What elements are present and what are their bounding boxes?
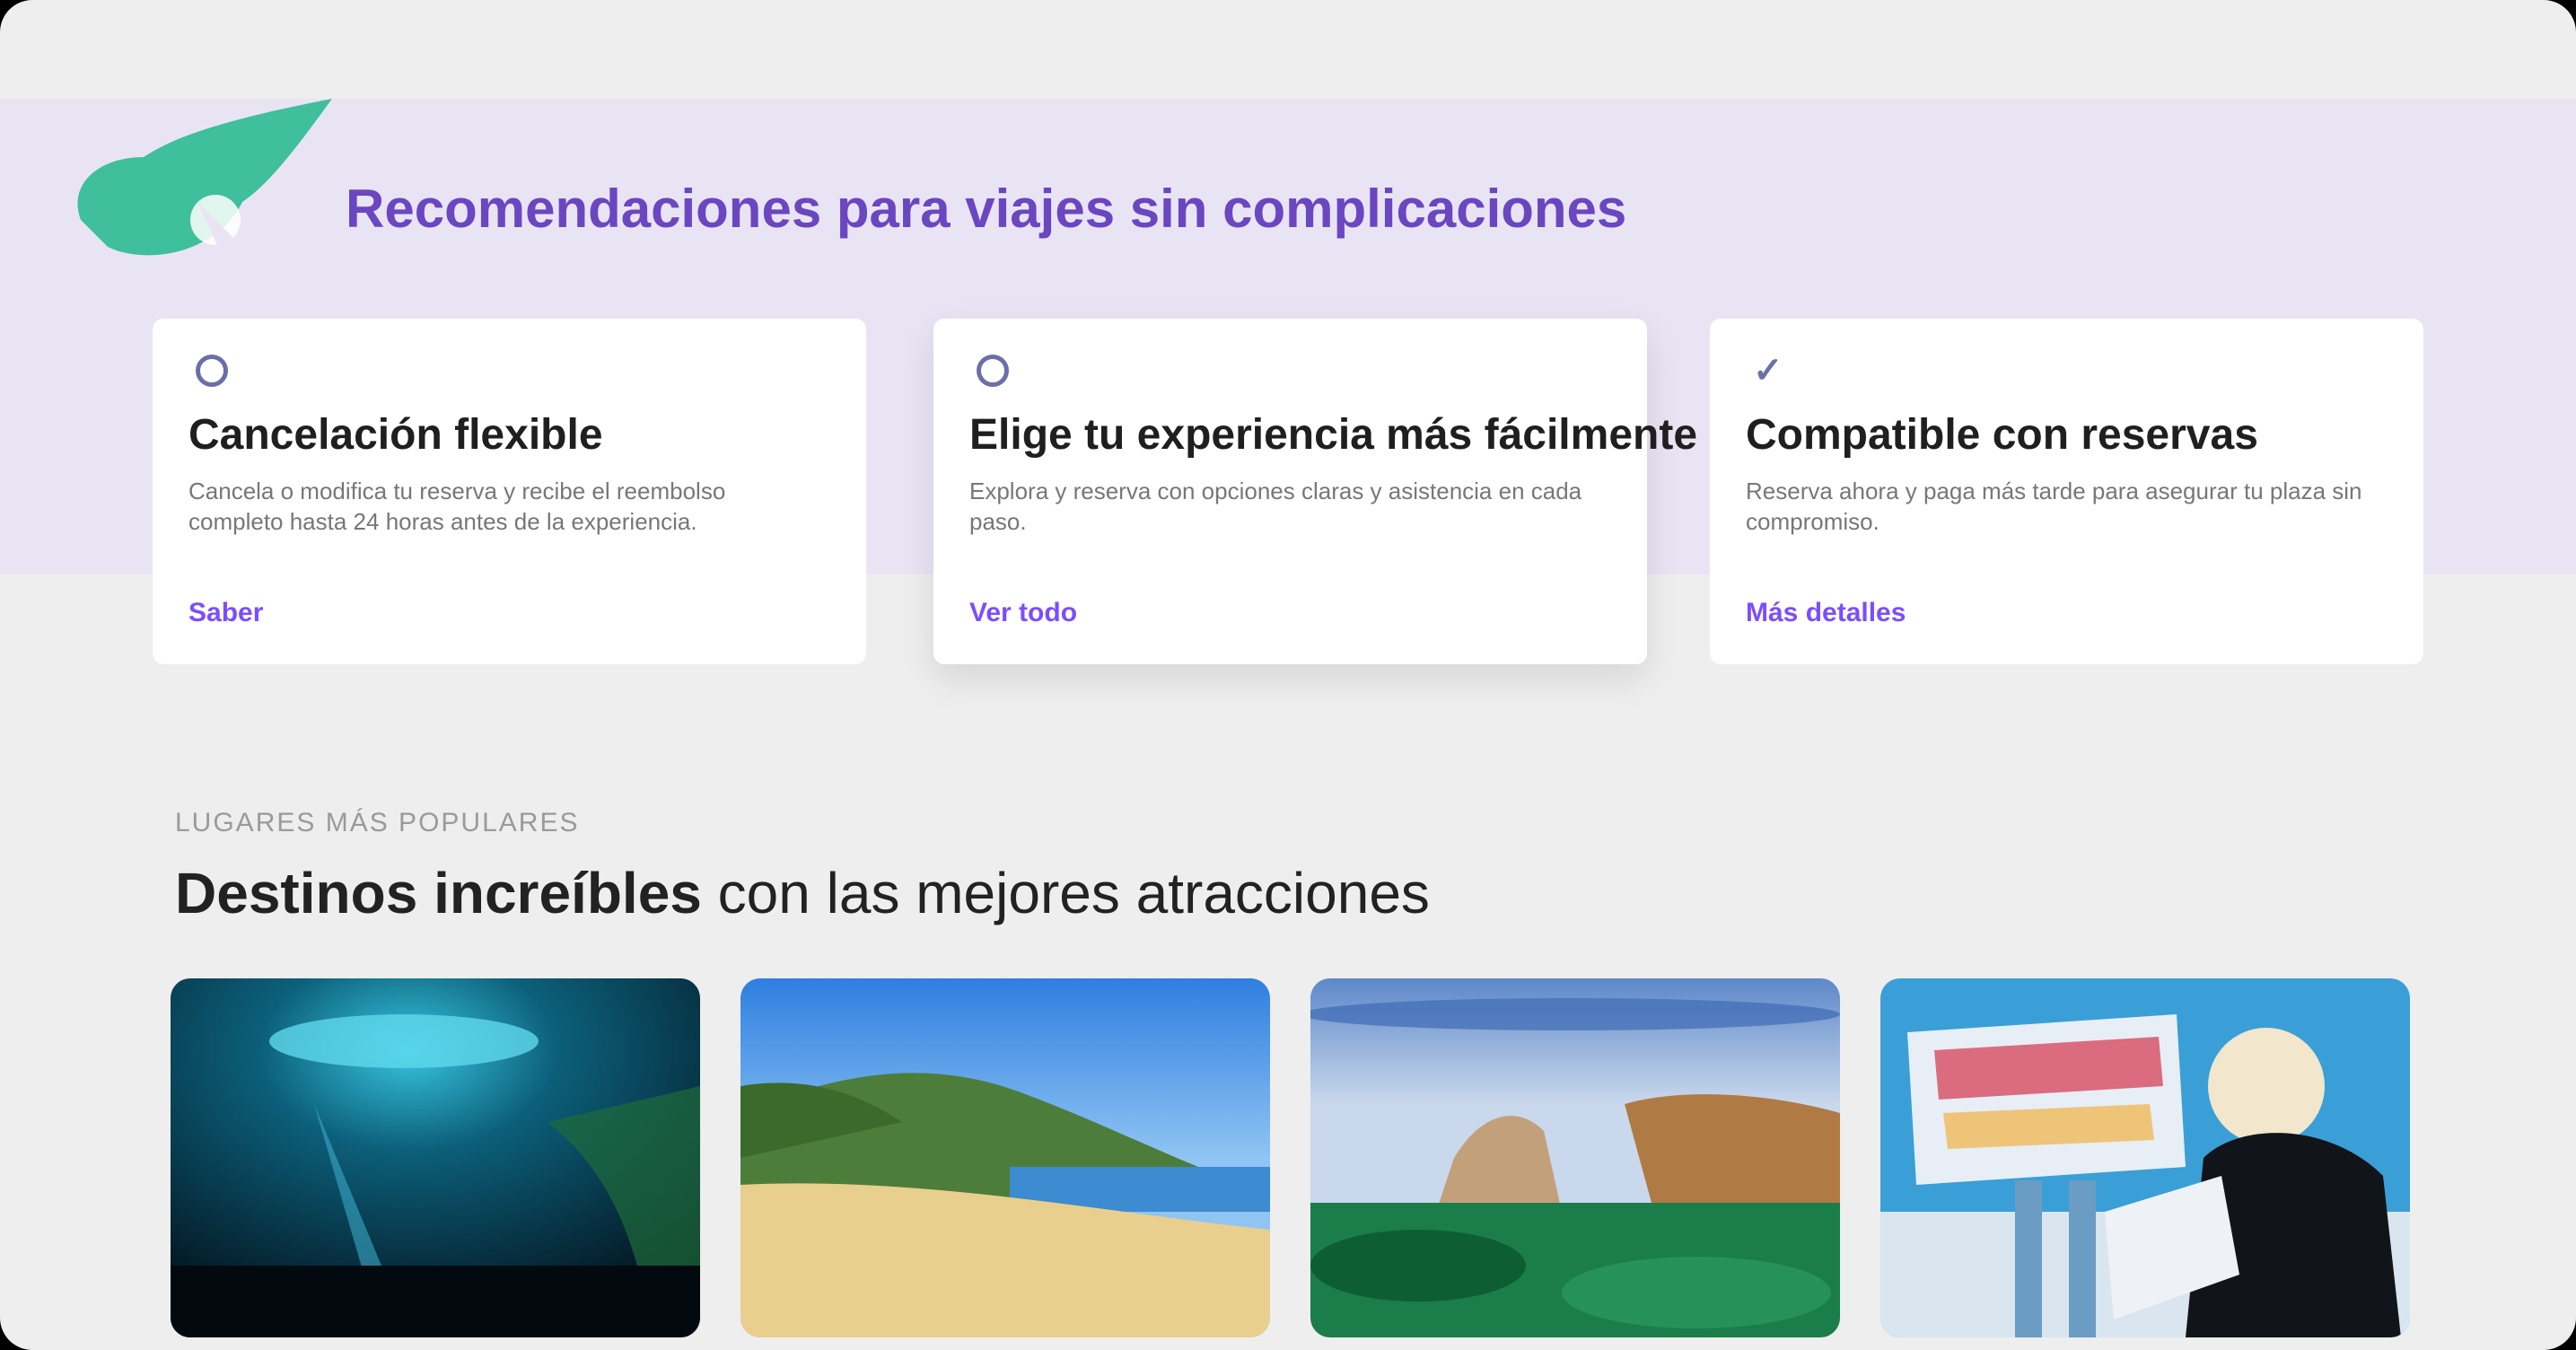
photo-city xyxy=(1880,978,2410,1337)
destination-card-cenote[interactable] xyxy=(171,978,700,1337)
card-description: Reserva ahora y paga más tarde para aseg… xyxy=(1746,478,2362,535)
feature-card-choose-experience[interactable]: Elige tu experiencia más fácilmente Expl… xyxy=(933,319,1698,664)
brand-logo-icon xyxy=(77,99,332,256)
photo-beach xyxy=(740,978,1270,1337)
destination-card-cliffs[interactable] xyxy=(1310,978,1840,1337)
card-title: Compatible con reservas xyxy=(1746,411,2258,459)
section-eyebrow: LUGARES MÁS POPULARES xyxy=(175,808,580,837)
card-link[interactable]: Ver todo xyxy=(969,598,1077,628)
destination-card-beach[interactable] xyxy=(740,978,1270,1337)
card-description: Cancela o modifica tu reserva y recibe e… xyxy=(188,478,726,535)
card-link[interactable]: Saber xyxy=(188,598,263,628)
card-title: Cancelación flexible xyxy=(188,411,603,459)
card-title: Elige tu experiencia más fácilmente xyxy=(969,411,1698,459)
card-link[interactable]: Más detalles xyxy=(1746,598,1906,628)
feature-card-reservations[interactable]: ✓ Compatible con reservas Reserva ahora … xyxy=(1710,319,2423,664)
photo-cliffs xyxy=(1310,978,1840,1337)
destination-card-city[interactable] xyxy=(1880,978,2410,1337)
promo-title: Recomendaciones para viajes sin complica… xyxy=(346,179,1627,239)
app-window: Recomendaciones para viajes sin complica… xyxy=(0,0,2576,1350)
section-title-bold: Destinos increíbles xyxy=(175,861,702,925)
section-title-rest: con las mejores atracciones xyxy=(701,861,1430,925)
card-description: Explora y reserva con opciones claras y … xyxy=(969,478,1582,535)
feature-card-flexible-cancellation[interactable]: Cancelación flexible Cancela o modifica … xyxy=(153,319,866,664)
circle-icon xyxy=(196,355,228,387)
circle-icon xyxy=(977,355,1009,387)
check-icon: ✓ xyxy=(1753,351,1783,390)
photo-cenote xyxy=(171,978,700,1337)
section-title: Destinos increíbles con las mejores atra… xyxy=(175,860,1430,926)
